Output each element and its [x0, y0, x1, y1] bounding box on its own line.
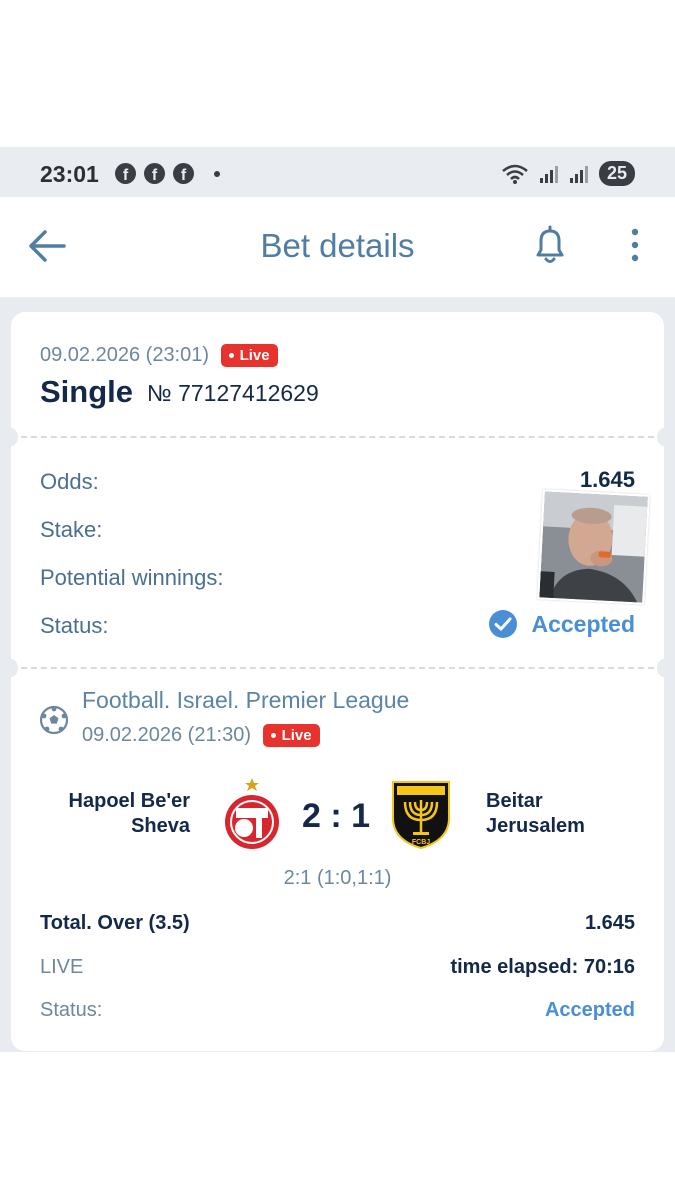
odds-label: Odds:	[40, 469, 99, 494]
divider	[11, 667, 664, 669]
facebook-icon: f	[173, 163, 194, 184]
live-badge: Live	[262, 724, 320, 748]
live-dot-icon	[228, 353, 234, 359]
more-notifications-icon	[214, 170, 220, 177]
more-options-icon[interactable]	[626, 227, 644, 263]
divider	[11, 436, 664, 438]
ticket-notch	[657, 659, 671, 677]
away-logo-text: FCBJ	[412, 839, 430, 846]
potential-winnings-label: Potential winnings:	[40, 565, 224, 590]
football-icon	[39, 705, 69, 735]
bet-datetime: 09.02.2026 (23:01) Live	[40, 344, 278, 368]
accepted-check-icon	[489, 610, 517, 638]
battery-indicator: 25	[598, 161, 635, 186]
odds-value: 1.645	[579, 467, 635, 492]
live-dot-icon	[270, 733, 276, 739]
match-datetime-text: 09.02.2026 (21:30)	[82, 724, 252, 746]
status-label: Status:	[40, 613, 109, 638]
bell-icon[interactable]	[532, 225, 568, 265]
app-bar: Bet details	[0, 197, 675, 297]
time-elapsed: time elapsed: 70:16	[450, 956, 635, 978]
status-time: 23:01	[40, 161, 99, 187]
event-status-label: Status:	[40, 999, 103, 1021]
signal-icon	[569, 165, 588, 183]
live-badge-label: Live	[239, 347, 270, 365]
away-team-name: Beitar Jerusalem	[486, 790, 585, 837]
ticket-notch	[4, 428, 18, 446]
overlay-photo	[537, 489, 650, 605]
stake-label: Stake:	[40, 517, 103, 542]
home-team-name: Hapoel Be'er Sheva	[68, 790, 190, 837]
bet-number: № 77127412629	[147, 380, 319, 406]
market-name: Total. Over (3.5)	[40, 912, 190, 934]
system-icons: 25	[501, 161, 635, 186]
live-badge-label: Live	[281, 727, 312, 745]
live-status-text: LIVE	[40, 956, 84, 978]
page-title: Bet details	[260, 227, 415, 264]
status-bar: 23:01 f f f 25	[0, 147, 675, 197]
person-photo-image	[539, 491, 650, 605]
score: 2 : 1	[301, 797, 371, 835]
bet-card: 09.02.2026 (23:01) Live Single № 7712741…	[4, 312, 671, 1051]
signal-icon	[539, 165, 558, 183]
notification-icons: f f f	[115, 163, 220, 184]
ticket-notch	[4, 659, 18, 677]
live-badge: Live	[220, 344, 278, 368]
beitar-jerusalem-logo: FCBJ	[392, 781, 450, 850]
bet-datetime-text: 09.02.2026 (23:01)	[40, 344, 210, 366]
event-status-value: Accepted	[544, 999, 635, 1021]
market-odds: 1.645	[584, 912, 635, 934]
facebook-icon: f	[144, 163, 165, 184]
bet-type: Single	[40, 374, 134, 409]
wifi-icon	[502, 164, 528, 184]
facebook-icon: f	[115, 163, 136, 184]
ticket-notch	[657, 428, 671, 446]
league-name: Football. Israel. Premier League	[82, 687, 410, 713]
score-detail: 2:1 (1:0,1:1)	[283, 867, 392, 889]
match-datetime: 09.02.2026 (21:30) Live	[82, 724, 320, 748]
bet-status-value: Accepted	[531, 611, 635, 637]
hapoel-beer-sheva-logo	[225, 778, 279, 849]
